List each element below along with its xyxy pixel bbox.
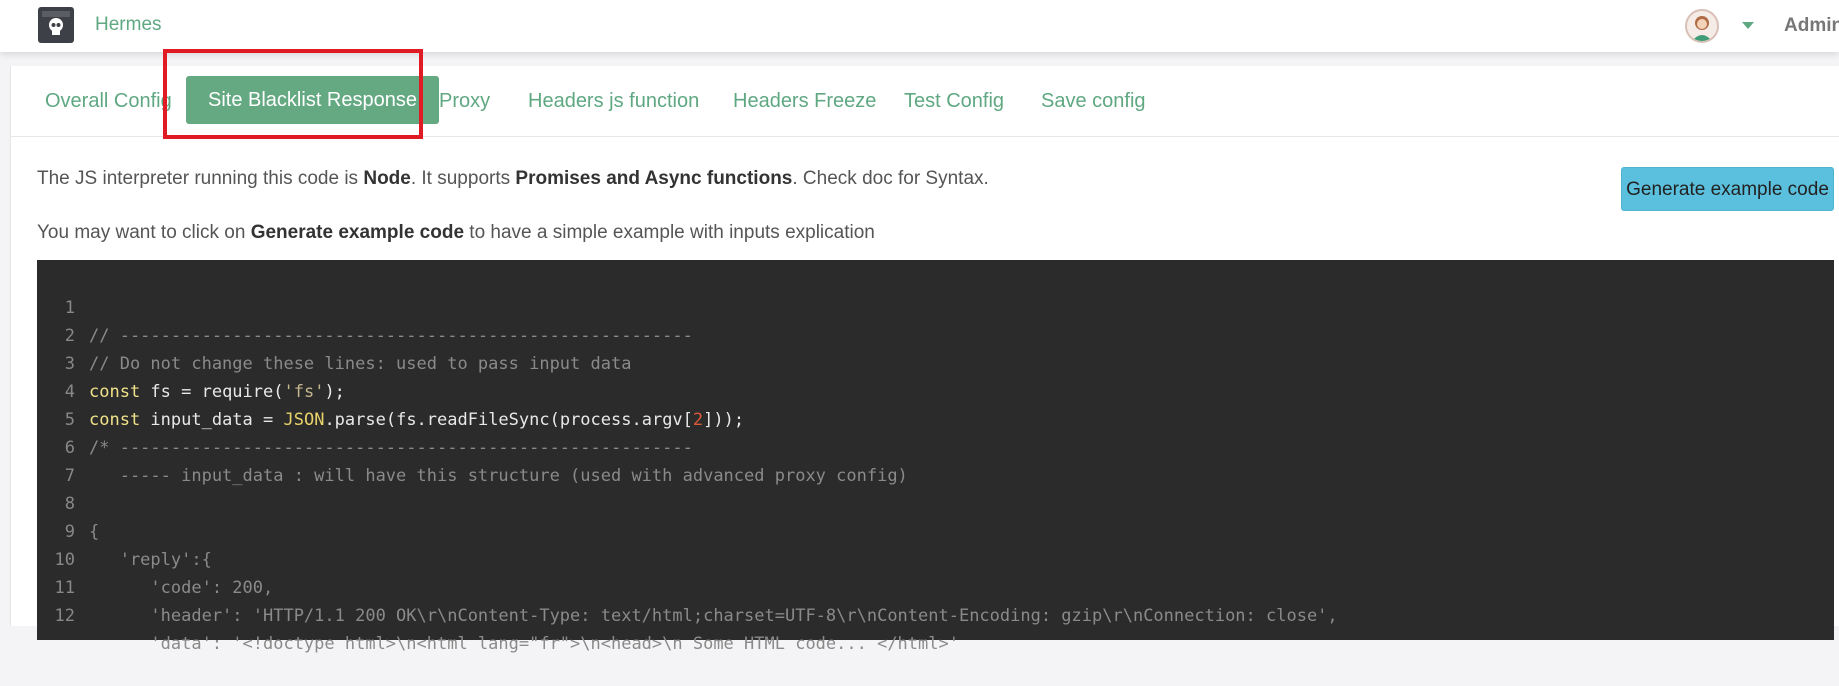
tab-headers-freeze[interactable]: Headers Freeze xyxy=(733,66,876,136)
tab-headers-js-function[interactable]: Headers js function xyxy=(528,66,699,136)
user-avatar-icon[interactable] xyxy=(1685,9,1719,43)
top-navbar: Hermes Admin xyxy=(0,0,1839,52)
code-line: 2 // Do not change these lines: used to … xyxy=(64,326,632,374)
code-line: 1 // -----------------------------------… xyxy=(64,298,693,346)
skull-icon[interactable] xyxy=(38,7,74,43)
code-line: 7 xyxy=(64,466,75,486)
tab-test-config[interactable]: Test Config xyxy=(904,66,1004,136)
code-line: 4 const input_data = JSON.parse(fs.readF… xyxy=(64,382,745,430)
user-menu-name[interactable]: Admin xyxy=(1784,15,1839,37)
config-card: Overall Config Site Blacklist Response P… xyxy=(10,66,1839,654)
code-editor[interactable]: 1 // -----------------------------------… xyxy=(37,260,1834,654)
code-line: 8 { xyxy=(64,494,100,542)
tab-site-blacklist-response[interactable]: Site Blacklist Response xyxy=(186,76,439,124)
code-line: 10 'code': 200, xyxy=(54,550,274,598)
code-line: 11 'header': 'HTTP/1.1 200 OK\r\nContent… xyxy=(54,578,1338,626)
tab-proxy[interactable]: Proxy xyxy=(439,66,490,136)
code-line: 9 'reply':{ xyxy=(64,522,212,570)
code-line: 12 'data': '<!doctype html>\n<html lang=… xyxy=(54,606,959,654)
example-hint: You may want to click on Generate exampl… xyxy=(37,222,875,243)
app-name-link[interactable]: Hermes xyxy=(95,14,162,36)
caret-down-icon[interactable] xyxy=(1742,22,1754,29)
generate-example-code-button[interactable]: Generate example code xyxy=(1621,167,1834,211)
tab-save-config[interactable]: Save config xyxy=(1041,66,1146,136)
config-tabs: Overall Config Site Blacklist Response P… xyxy=(11,66,1839,137)
code-line: 3 const fs = require('fs'); xyxy=(64,354,345,402)
code-line: 6 ----- input_data : will have this stru… xyxy=(64,438,908,486)
interpreter-info: The JS interpreter running this code is … xyxy=(37,168,989,189)
tab-overall-config[interactable]: Overall Config xyxy=(45,66,172,136)
code-line: 5 /* -----------------------------------… xyxy=(64,410,693,458)
